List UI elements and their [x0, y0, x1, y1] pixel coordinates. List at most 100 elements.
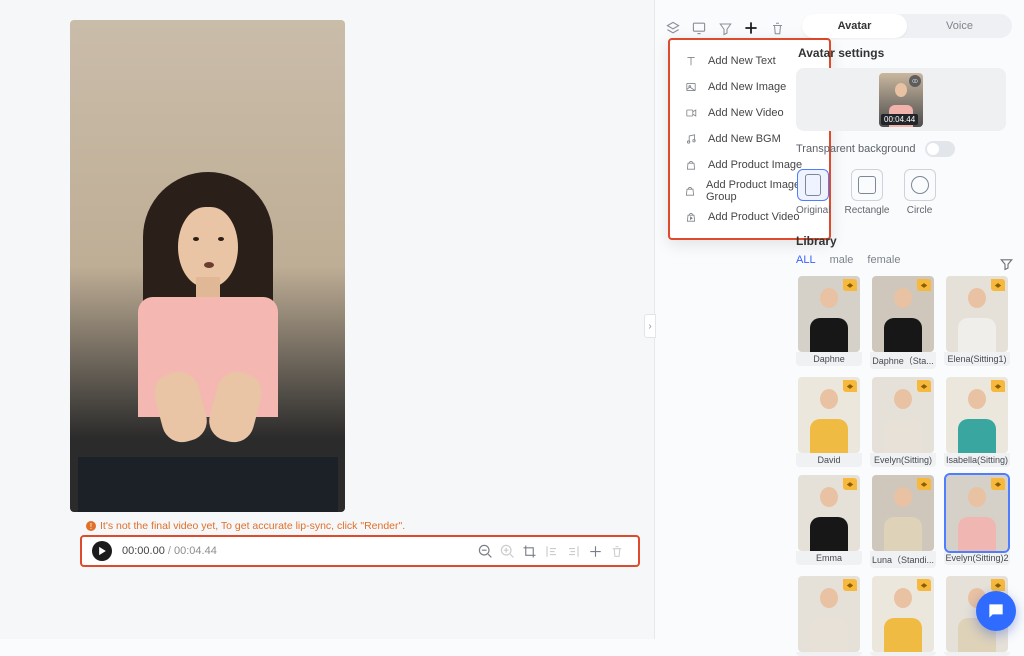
shape-rectangle-label: Rectangle [844, 205, 889, 216]
zoom-out-icon[interactable] [474, 540, 496, 562]
avatar-image [872, 377, 934, 453]
avatar-image [798, 475, 860, 551]
avatar-card-3[interactable]: David [796, 377, 862, 467]
avatar-card-1[interactable]: Daphne（Sta... [870, 276, 936, 369]
avatar-card-7[interactable]: Luna（Standi... [870, 475, 936, 568]
align-right-icon [562, 540, 584, 562]
tab-avatar[interactable]: Avatar [802, 14, 907, 38]
avatar-image [872, 576, 934, 652]
filter-male[interactable]: male [830, 254, 854, 266]
avatar-figure [78, 152, 338, 512]
filter-settings-icon[interactable] [999, 256, 1014, 274]
time-separator: / [168, 545, 171, 557]
premium-icon [917, 380, 931, 392]
premium-icon [991, 279, 1005, 291]
shape-circle[interactable]: Circle [904, 169, 936, 216]
delete-icon [606, 540, 628, 562]
add-menu-label: Add New Image [708, 81, 786, 93]
premium-icon [991, 579, 1005, 591]
premium-icon [991, 380, 1005, 392]
timeline-bar: 00:00.00 / 00:04.44 [80, 535, 640, 567]
shape-original-label: Original [796, 205, 830, 216]
avatar-name [870, 652, 936, 656]
bag-icon [684, 184, 696, 198]
avatar-card-10[interactable] [870, 576, 936, 656]
visibility-icon[interactable] [909, 75, 921, 87]
shape-options: Original Rectangle Circle [796, 169, 1018, 216]
bag-icon [684, 158, 698, 172]
tab-voice[interactable]: Voice [907, 14, 1012, 38]
avatar-image [798, 276, 860, 352]
avatar-name [944, 652, 1010, 656]
transparent-bg-toggle[interactable] [925, 141, 955, 157]
avatar-name: Luna（Standi... [870, 551, 936, 568]
avatar-card-5[interactable]: Isabella(Sitting) [944, 377, 1010, 467]
filter-female[interactable]: female [867, 254, 900, 266]
avatar-image [946, 276, 1008, 352]
bag-play-icon [684, 210, 698, 224]
filter-all[interactable]: ALL [796, 254, 816, 266]
tab-segment: Avatar Voice [802, 14, 1012, 38]
add-menu-label: Add New Video [708, 107, 784, 119]
avatar-card-8[interactable]: Evelyn(Sitting)2 [944, 475, 1010, 568]
add-menu-label: Add Product Image [708, 159, 802, 171]
avatar-name: Isabella(Sitting) [944, 453, 1010, 467]
premium-icon [843, 579, 857, 591]
avatar-name: Elena(Sitting1) [944, 352, 1010, 366]
shape-rectangle[interactable]: Rectangle [844, 169, 889, 216]
premium-icon [991, 478, 1005, 490]
premium-icon [843, 478, 857, 490]
warning-icon: ! [86, 521, 96, 531]
chat-support-button[interactable] [976, 591, 1016, 631]
video-preview[interactable] [70, 20, 345, 512]
transparent-bg-label: Transparent background [796, 143, 915, 155]
image-icon [684, 80, 698, 94]
avatar-card-2[interactable]: Elena(Sitting1) [944, 276, 1010, 369]
avatar-settings-title: Avatar settings [798, 46, 1018, 60]
avatar-name: Emma [796, 551, 862, 565]
duration-badge: 00:04.44 [881, 114, 918, 125]
avatar-image [872, 276, 934, 352]
shape-original[interactable]: Original [796, 169, 830, 216]
transparent-bg-row: Transparent background [796, 141, 1018, 157]
render-notice: ! It's not the final video yet, To get a… [86, 520, 405, 532]
video-icon [684, 106, 698, 120]
library-title: Library [796, 234, 837, 248]
avatar-card-6[interactable]: Emma [796, 475, 862, 568]
text-icon [684, 54, 698, 68]
add-menu-label: Add New BGM [708, 133, 781, 145]
avatar-name: Evelyn(Sitting) [870, 453, 936, 467]
shape-circle-label: Circle [907, 205, 933, 216]
duration-time: 00:04.44 [174, 545, 217, 557]
avatar-name: Daphne [796, 352, 862, 366]
library-filters: ALL male female [796, 254, 1018, 266]
avatar-image [946, 377, 1008, 453]
right-panel: Avatar Voice Avatar settings 00:04.44 Tr… [796, 14, 1018, 656]
premium-icon [843, 380, 857, 392]
zoom-in-icon [496, 540, 518, 562]
music-icon [684, 132, 698, 146]
avatar-image [872, 475, 934, 551]
crop-icon[interactable] [518, 540, 540, 562]
avatar-card-9[interactable] [796, 576, 862, 656]
avatar-thumbnail: 00:04.44 [879, 73, 923, 127]
avatar-image [946, 475, 1008, 551]
collapse-panel-button[interactable]: › [644, 314, 656, 338]
premium-icon [917, 279, 931, 291]
premium-icon [917, 579, 931, 591]
avatar-name: Evelyn(Sitting)2 [944, 551, 1010, 565]
add-menu-label: Add Product Video [708, 211, 800, 223]
avatar-image [798, 576, 860, 652]
add-icon[interactable] [584, 540, 606, 562]
avatar-card-0[interactable]: Daphne [796, 276, 862, 369]
notice-text: It's not the final video yet, To get acc… [100, 520, 405, 532]
avatar-card-4[interactable]: Evelyn(Sitting) [870, 377, 936, 467]
avatar-name: Daphne（Sta... [870, 352, 936, 369]
current-time: 00:00.00 [122, 545, 165, 557]
time-display: 00:00.00 / 00:04.44 [122, 545, 217, 557]
play-button[interactable] [92, 541, 112, 561]
selected-avatar-card[interactable]: 00:04.44 [796, 68, 1006, 131]
avatar-name [796, 652, 862, 656]
avatar-image [798, 377, 860, 453]
avatar-name: David [796, 453, 862, 467]
